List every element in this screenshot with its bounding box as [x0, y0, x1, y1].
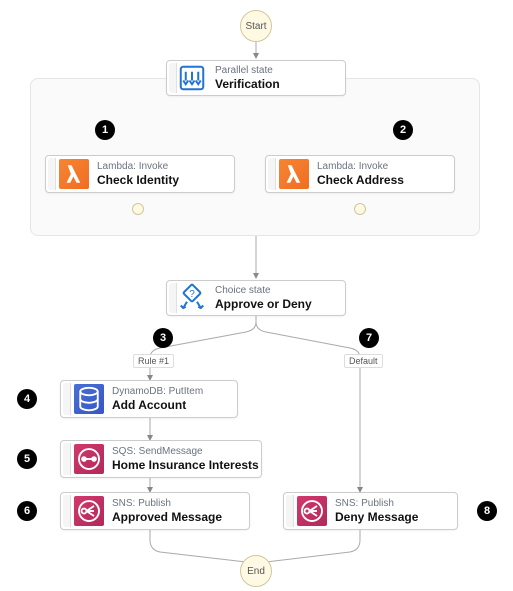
- home-insurance-main: Home Insurance Interests: [112, 458, 259, 474]
- check-address-node[interactable]: Lambda: Invoke Check Address: [265, 155, 455, 193]
- drag-handle[interactable]: [169, 63, 177, 93]
- end-label: End: [247, 566, 265, 577]
- lambda-icon: [59, 159, 89, 189]
- check-address-main: Check Address: [317, 173, 452, 189]
- add-account-main: Add Account: [112, 398, 235, 414]
- start-label: Start: [245, 21, 266, 32]
- check-address-sub: Lambda: Invoke: [317, 160, 452, 173]
- badge-7: 7: [359, 328, 379, 348]
- drag-handle[interactable]: [286, 495, 294, 527]
- verification-sub: Parallel state: [215, 64, 343, 77]
- badge-2: 2: [393, 120, 413, 140]
- deny-message-node[interactable]: SNS: Publish Deny Message: [283, 492, 458, 530]
- sns-icon: [297, 496, 327, 526]
- sns-icon: [74, 496, 104, 526]
- drag-handle[interactable]: [169, 283, 177, 313]
- approved-message-node[interactable]: SNS: Publish Approved Message: [60, 492, 250, 530]
- rule-1-label: Rule #1: [133, 354, 174, 368]
- verification-main: Verification: [215, 77, 343, 93]
- check-identity-main: Check Identity: [97, 173, 232, 189]
- badge-4: 4: [17, 389, 37, 409]
- home-insurance-sub: SQS: SendMessage: [112, 445, 259, 458]
- lambda-icon: [279, 159, 309, 189]
- start-terminal: Start: [240, 10, 272, 42]
- end-terminal: End: [240, 555, 272, 587]
- choice-icon: ?: [177, 283, 207, 313]
- badge-8: 8: [477, 501, 497, 521]
- badge-6: 6: [17, 501, 37, 521]
- drag-handle[interactable]: [48, 158, 56, 190]
- parallel-icon: [177, 63, 207, 93]
- drag-handle[interactable]: [63, 495, 71, 527]
- check-identity-sub: Lambda: Invoke: [97, 160, 232, 173]
- add-account-node[interactable]: DynamoDB: PutItem Add Account: [60, 380, 238, 418]
- drag-handle[interactable]: [268, 158, 276, 190]
- deny-message-main: Deny Message: [335, 510, 455, 526]
- approved-message-sub: SNS: Publish: [112, 497, 247, 510]
- choice-node[interactable]: ? Choice state Approve or Deny: [166, 280, 346, 316]
- dynamodb-icon: [74, 384, 104, 414]
- drag-handle[interactable]: [63, 443, 71, 475]
- choice-sub: Choice state: [215, 284, 343, 297]
- badge-5: 5: [17, 449, 37, 469]
- badge-3: 3: [153, 328, 173, 348]
- add-account-sub: DynamoDB: PutItem: [112, 385, 235, 398]
- branch-end-dot: [354, 203, 366, 215]
- badge-1: 1: [95, 120, 115, 140]
- approved-message-main: Approved Message: [112, 510, 247, 526]
- sqs-icon: [74, 444, 104, 474]
- home-insurance-node[interactable]: SQS: SendMessage Home Insurance Interest…: [60, 440, 262, 478]
- svg-text:?: ?: [189, 289, 195, 300]
- verification-node[interactable]: Parallel state Verification: [166, 60, 346, 96]
- deny-message-sub: SNS: Publish: [335, 497, 455, 510]
- drag-handle[interactable]: [63, 383, 71, 415]
- rule-default-label: Default: [344, 354, 383, 368]
- branch-end-dot: [132, 203, 144, 215]
- check-identity-node[interactable]: Lambda: Invoke Check Identity: [45, 155, 235, 193]
- choice-main: Approve or Deny: [215, 297, 343, 313]
